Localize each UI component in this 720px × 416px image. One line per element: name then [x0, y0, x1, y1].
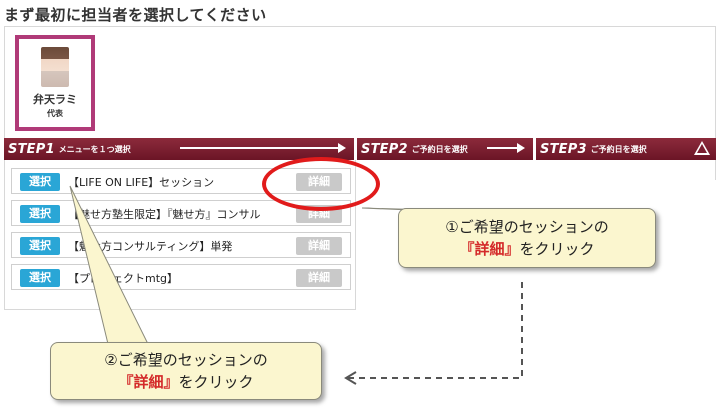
- step-2: STEP2 ご予約日を選択: [357, 138, 533, 160]
- menu-item-name: 【魅せ方コンサルティング】単発: [68, 240, 233, 253]
- staff-role: 代表: [47, 109, 63, 118]
- callout-1-line1: ①ご希望のセッションの: [445, 218, 609, 236]
- step-1: STEP1 メニューを１つ選択: [4, 138, 354, 160]
- select-button[interactable]: 選択: [20, 205, 60, 223]
- callout-instruction-1: ①ご希望のセッションの 『詳細』をクリック: [398, 208, 656, 268]
- callout-2-line1: ②ご希望のセッションの: [104, 351, 268, 369]
- step-1-number: STEP1: [8, 141, 55, 157]
- callout-1-line2: 『詳細』をクリック: [399, 238, 655, 260]
- staff-panel: 弁天ラミ 代表: [4, 26, 716, 138]
- menu-item-name: 【魅せ方塾生限定】『魅せ方』コンサル: [68, 208, 261, 221]
- select-button[interactable]: 選択: [20, 173, 60, 191]
- menu-row: 選択 【プロジェクトmtg】 詳細: [11, 264, 351, 290]
- page-title: まず最初に担当者を選択してください: [4, 6, 267, 24]
- step-3: STEP3 ご予約日を選択: [536, 138, 716, 160]
- detail-button[interactable]: 詳細: [296, 269, 342, 287]
- callout-1-highlight: 『詳細』: [459, 240, 520, 258]
- staff-name: 弁天ラミ: [33, 93, 77, 106]
- step-3-number: STEP3: [540, 141, 587, 157]
- select-button[interactable]: 選択: [20, 269, 60, 287]
- step-2-number: STEP2: [361, 141, 408, 157]
- step-3-label: ご予約日を選択: [590, 144, 647, 154]
- callout-2-rest: をクリック: [178, 373, 254, 391]
- steps-bar: STEP1 メニューを１つ選択 STEP2 ご予約日を選択 STEP3 ご予約日…: [4, 138, 716, 160]
- arrow-right-icon: [487, 143, 525, 153]
- menu-item-name: 【プロジェクトmtg】: [68, 272, 179, 285]
- step-1-label: メニューを１つ選択: [58, 144, 131, 154]
- menu-row: 選択 【魅せ方コンサルティング】単発 詳細: [11, 232, 351, 258]
- staff-card[interactable]: 弁天ラミ 代表: [15, 35, 95, 131]
- callout-instruction-2: ②ご希望のセッションの 『詳細』をクリック: [50, 342, 322, 400]
- callout-2-highlight: 『詳細』: [118, 373, 179, 391]
- arrow-right-icon: [180, 143, 346, 153]
- step-2-label: ご予約日を選択: [411, 144, 468, 154]
- staff-avatar: [41, 47, 69, 87]
- highlight-ring: [262, 157, 380, 211]
- callout-1-rest: をクリック: [519, 240, 595, 258]
- callout-2-line2: 『詳細』をクリック: [51, 371, 321, 393]
- arrow-up-icon: [694, 141, 710, 155]
- side-panel: [356, 160, 716, 180]
- select-button[interactable]: 選択: [20, 237, 60, 255]
- detail-button[interactable]: 詳細: [296, 237, 342, 255]
- menu-item-name: 【LIFE ON LIFE】セッション: [68, 176, 215, 189]
